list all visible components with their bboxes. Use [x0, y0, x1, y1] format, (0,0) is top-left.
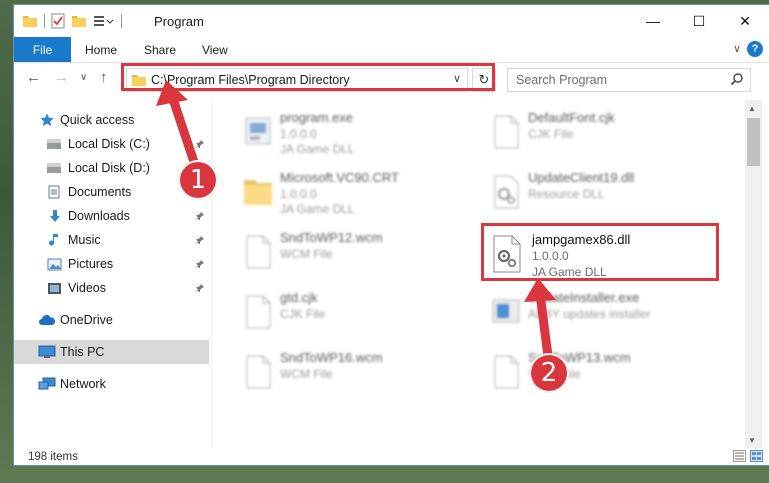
- step-2-badge: 2: [529, 353, 569, 393]
- arrow-1: [156, 80, 201, 173]
- annotation-arrows: [156, 80, 556, 361]
- step-1-badge: 1: [178, 160, 218, 200]
- arrow-2: [524, 278, 556, 361]
